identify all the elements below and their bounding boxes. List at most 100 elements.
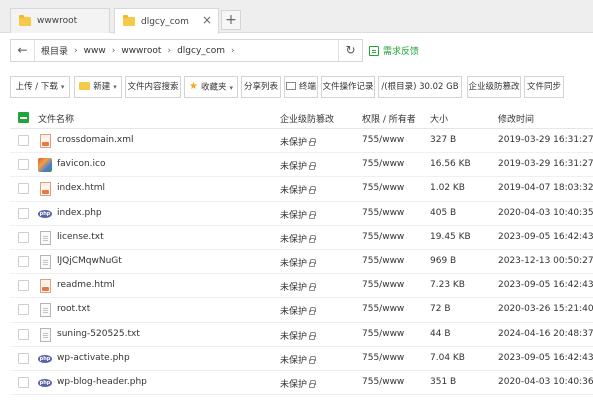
protection-status[interactable]: 未保护 xyxy=(280,280,317,294)
permission-owner[interactable]: 755/www xyxy=(362,159,404,169)
row-checkbox[interactable] xyxy=(18,255,29,267)
file-name[interactable]: favicon.ico xyxy=(57,159,106,169)
protection-status[interactable]: 未保护 xyxy=(280,232,317,245)
row-checkbox[interactable] xyxy=(18,183,29,195)
table-row[interactable]: crossdomain.xml 未保护 755/www 327 B 2019-0… xyxy=(10,129,593,154)
refresh-icon[interactable]: ↻ xyxy=(338,40,362,61)
feedback-link[interactable]: 需求反馈 xyxy=(369,44,419,57)
tab-dlgcy-com[interactable]: dlgcy_com × xyxy=(114,8,219,34)
tab-wwwroot[interactable]: wwwroot xyxy=(10,8,110,33)
file-sync-button[interactable]: 文件同步 xyxy=(524,76,564,98)
table-row[interactable]: favicon.ico 未保护 755/www 16.56 KB 2019-03… xyxy=(10,153,593,178)
permission-owner[interactable]: 755/www xyxy=(362,304,404,314)
file-name[interactable]: wp-activate.php xyxy=(57,353,130,363)
table-row[interactable]: readme.html 未保护 755/www 7.23 KB 2023-09-… xyxy=(10,274,593,299)
table-row[interactable]: php wp-activate.php 未保护 755/www 7.04 KB … xyxy=(10,347,593,371)
terminal-button[interactable]: 终端 xyxy=(284,76,318,98)
protection-label: 未保护 xyxy=(280,210,308,221)
protection-status[interactable]: 未保护 xyxy=(280,208,317,221)
table-row[interactable]: license.txt 未保护 755/www 19.45 KB 2023-09… xyxy=(10,226,593,250)
share-list-label: 分享列表 xyxy=(243,82,278,92)
row-checkbox[interactable] xyxy=(18,304,29,316)
breadcrumb-wwwroot[interactable]: wwwroot xyxy=(121,46,161,56)
close-icon[interactable]: × xyxy=(202,14,212,26)
table-row[interactable]: lJQjCMqwNuGt 未保护 755/www 969 B 2023-12-1… xyxy=(10,250,593,275)
new-button[interactable]: 新建 ▾ xyxy=(74,76,122,98)
protection-status[interactable]: 未保护 xyxy=(280,353,317,366)
file-name[interactable]: wp-blog-header.php xyxy=(57,377,147,387)
file-name[interactable]: index.html xyxy=(57,183,105,193)
permission-owner[interactable]: 755/www xyxy=(362,135,404,145)
file-name[interactable]: readme.html xyxy=(57,280,115,290)
table-row[interactable]: php wp-blog-header.php 未保护 755/www 351 B… xyxy=(10,371,593,396)
breadcrumb-www[interactable]: www xyxy=(84,46,106,56)
breadcrumb-dlgcy-com[interactable]: dlgcy_com xyxy=(177,46,225,56)
column-name[interactable]: 文件名称 xyxy=(38,112,74,125)
file-name[interactable]: crossdomain.xml xyxy=(57,135,134,145)
row-checkbox[interactable] xyxy=(18,159,29,171)
new-tab-button[interactable]: + xyxy=(221,10,241,30)
protection-status[interactable]: 未保护 xyxy=(280,377,317,390)
protection-status[interactable]: 未保护 xyxy=(280,256,317,269)
terminal-icon xyxy=(285,81,296,90)
disk-button[interactable]: /(根目录) 30.02 GB xyxy=(378,76,462,98)
protection-status[interactable]: 未保护 xyxy=(280,329,317,342)
operation-log-label: 文件操作记录 xyxy=(322,82,374,92)
breadcrumb-root[interactable]: 根目录 xyxy=(41,44,68,57)
star-icon: ★ xyxy=(189,81,198,92)
address-bar[interactable]: ← 根目录 › www › wwwroot › dlgcy_com › ↻ xyxy=(10,39,363,62)
file-name[interactable]: root.txt xyxy=(57,304,90,314)
permission-owner[interactable]: 755/www xyxy=(362,232,404,242)
protection-status[interactable]: 未保护 xyxy=(280,304,317,317)
table-row[interactable]: root.txt 未保护 755/www 72 B 2020-03-26 15:… xyxy=(10,298,593,323)
column-modified[interactable]: 修改时间 xyxy=(498,112,534,125)
row-checkbox[interactable] xyxy=(18,207,29,219)
back-arrow-icon[interactable]: ← xyxy=(11,40,35,61)
permission-owner[interactable]: 755/www xyxy=(362,329,404,339)
chevron-down-icon: ▾ xyxy=(229,83,233,92)
row-checkbox[interactable] xyxy=(18,280,29,292)
modified-time: 2019-03-29 16:31:27 xyxy=(498,135,593,145)
content-search-button[interactable]: 文件内容搜索 xyxy=(125,76,181,98)
column-protection[interactable]: 企业级防篡改 xyxy=(280,112,334,125)
protection-status[interactable]: 未保护 xyxy=(280,135,317,148)
row-checkbox[interactable] xyxy=(18,328,29,340)
row-checkbox[interactable] xyxy=(18,352,29,364)
permission-owner[interactable]: 755/www xyxy=(362,377,404,387)
protection-label: 未保护 xyxy=(280,283,308,294)
protection-status[interactable]: 未保护 xyxy=(280,183,317,196)
row-checkbox[interactable] xyxy=(18,376,29,388)
file-name[interactable]: index.php xyxy=(57,208,102,218)
select-all-checkbox[interactable] xyxy=(18,112,29,123)
modified-time: 2023-09-05 16:42:43 xyxy=(498,231,593,242)
row-checkbox[interactable] xyxy=(18,231,29,243)
permission-owner[interactable]: 755/www xyxy=(362,256,404,266)
operation-log-button[interactable]: 文件操作记录 xyxy=(321,76,375,98)
lock-icon xyxy=(309,162,317,171)
table-row[interactable]: suning-520525.txt 未保护 755/www 44 B 2024-… xyxy=(10,323,593,347)
row-checkbox[interactable] xyxy=(18,135,29,146)
permission-owner[interactable]: 755/www xyxy=(362,183,404,193)
file-size: 72 B xyxy=(430,304,451,315)
file-size: 19.45 KB xyxy=(430,231,471,242)
feedback-label: 需求反馈 xyxy=(383,47,420,57)
table-row[interactable]: index.html 未保护 755/www 1.02 KB 2019-04-0… xyxy=(10,177,593,202)
permission-owner[interactable]: 755/www xyxy=(362,208,404,218)
permission-owner[interactable]: 755/www xyxy=(362,353,404,363)
table-row[interactable]: php index.php 未保护 755/www 405 B 2020-04-… xyxy=(10,202,593,226)
lock-icon xyxy=(309,138,317,146)
permission-owner[interactable]: 755/www xyxy=(362,280,404,290)
column-permission[interactable]: 权限 / 所有者 xyxy=(362,112,416,125)
share-list-button[interactable]: 分享列表 xyxy=(241,76,281,98)
tamper-protection-button[interactable]: 企业级防篡改 xyxy=(467,76,521,98)
lock-icon xyxy=(309,355,317,364)
upload-download-button[interactable]: 上传 / 下载 ▾ xyxy=(10,76,70,98)
file-name[interactable]: suning-520525.txt xyxy=(57,329,140,339)
favorites-button[interactable]: ★ 收藏夹 ▾ xyxy=(184,76,238,98)
file-name[interactable]: license.txt xyxy=(57,232,104,242)
file-size: 16.56 KB xyxy=(430,159,471,170)
modified-time: 2023-09-05 16:42:43 xyxy=(498,280,593,291)
column-size[interactable]: 大小 xyxy=(430,112,448,125)
protection-status[interactable]: 未保护 xyxy=(280,159,317,172)
file-name[interactable]: lJQjCMqwNuGt xyxy=(57,256,122,266)
